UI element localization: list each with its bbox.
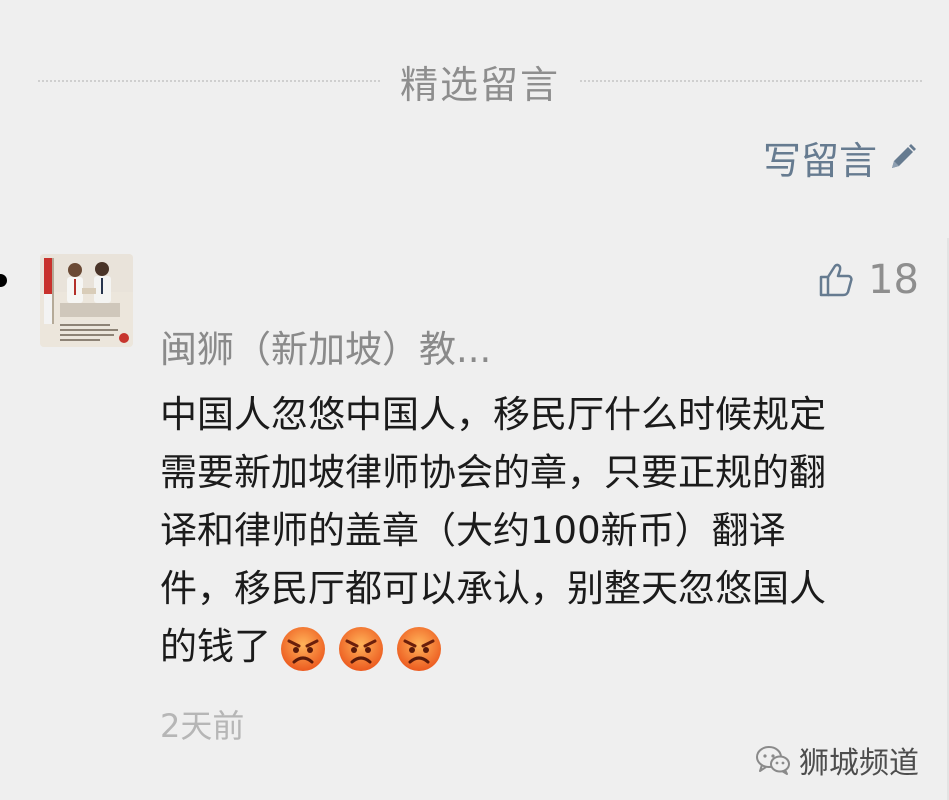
angry-face-icon: [397, 626, 441, 671]
comment-body: 中国人忽悠中国人，移民厅什么时候规定 需要新加坡律师协会的章，只要正规的翻 译和…: [160, 386, 900, 676]
write-comment-button[interactable]: 写留言: [762, 132, 919, 183]
pencil-icon: [892, 144, 916, 168]
angry-face-icon: [339, 626, 383, 671]
comment-line: 需要新加坡律师协会的章，只要正规的翻: [160, 451, 826, 494]
comment-author: 闽狮（新加坡）教...: [160, 328, 492, 371]
comment-line: 件，移民厅都可以承认，别整天忽悠国人: [160, 567, 826, 610]
avatar[interactable]: [40, 254, 133, 347]
comment-line: 译和律师的盖章（大约100新币）翻译: [160, 509, 786, 552]
section-title: 精选留言: [400, 62, 561, 107]
comment-last-line: 的钱了: [160, 618, 900, 676]
avatar-image: [40, 254, 133, 347]
comment-line: 的钱了: [160, 625, 271, 668]
bullet-marker: [0, 274, 7, 287]
comment-line: 中国人忽悠中国人，移民厅什么时候规定: [160, 393, 826, 436]
divider-left: [38, 80, 380, 82]
divider-right: [580, 80, 923, 82]
comment-time: 2天前: [160, 707, 245, 745]
featured-comments-header: 精选留言: [38, 50, 923, 112]
wechat-icon: [756, 746, 790, 775]
like-button[interactable]: 18: [818, 252, 919, 308]
angry-face-icon: [281, 626, 325, 671]
watermark-label: 狮城频道: [799, 746, 919, 781]
thumbs-up-icon: [819, 263, 853, 297]
emoji-group: [279, 625, 453, 673]
channel-watermark: 狮城频道: [755, 738, 919, 782]
like-count: 18: [868, 257, 919, 303]
write-comment-label: 写留言: [762, 138, 877, 183]
